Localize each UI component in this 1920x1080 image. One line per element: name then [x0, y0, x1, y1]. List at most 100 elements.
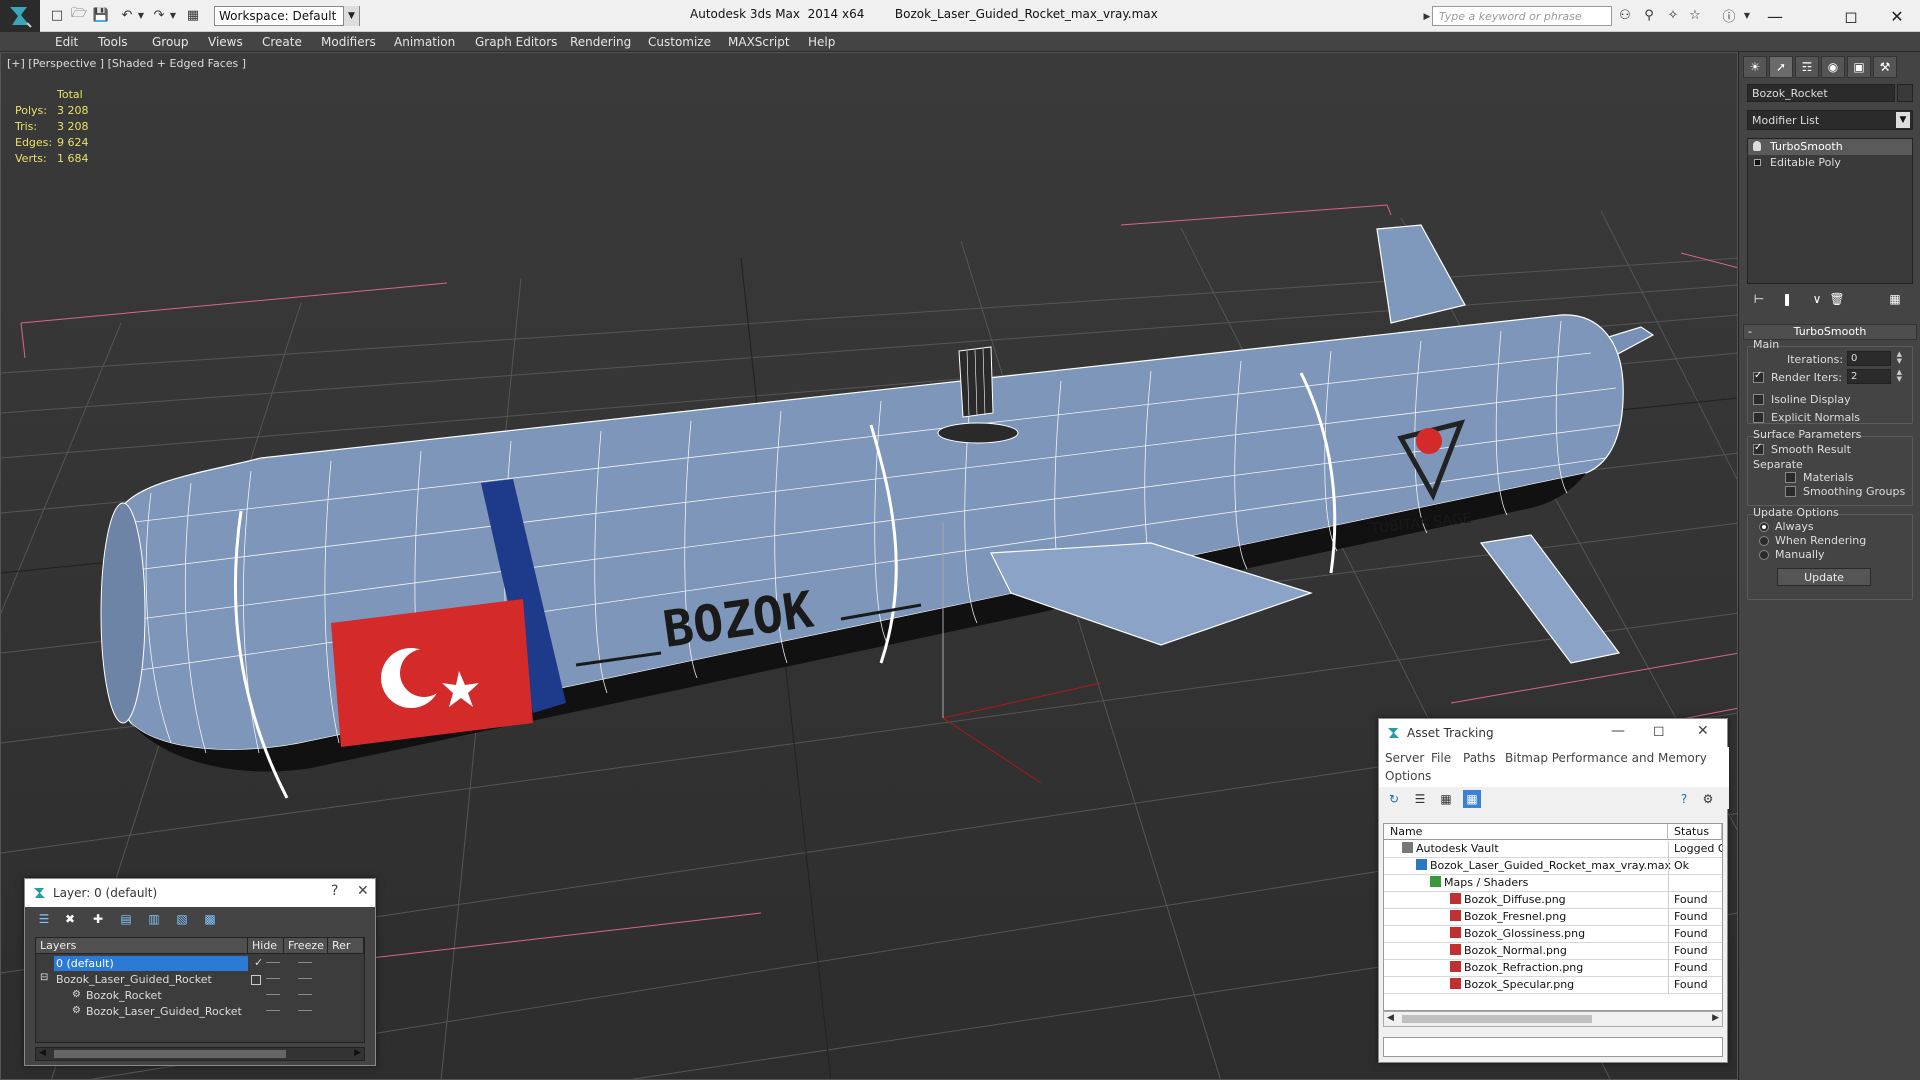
rocket-model[interactable]: BOZOK TUBITAK SAGE [100, 224, 1655, 799]
new-file-icon[interactable]: □ [48, 6, 66, 24]
isoline-display-checkbox[interactable] [1753, 394, 1764, 405]
smooth-result-checkbox[interactable] [1753, 442, 1764, 455]
scroll-left-icon[interactable]: ◀ [39, 1048, 46, 1058]
iterations-spinner[interactable]: 0 ▲ ▼ [1847, 351, 1902, 366]
favorites-star-icon[interactable]: ☆ [1686, 6, 1704, 24]
asset-row[interactable]: Bozok_Laser_Guided_Rocket_max_vray.max O… [1384, 858, 1722, 875]
update-button[interactable]: Update [1777, 568, 1871, 586]
spinner-arrows-icon[interactable]: ▲ ▼ [1897, 351, 1902, 365]
make-unique-icon[interactable]: ∨ [1807, 290, 1827, 308]
minimize-icon[interactable]: — [1611, 723, 1625, 739]
asset-row[interactable]: Bozok_Diffuse.png Found [1384, 892, 1722, 909]
update-when-rendering-radio[interactable] [1759, 536, 1769, 546]
separate-smoothing-groups-checkbox[interactable] [1785, 486, 1796, 497]
explicit-normals-checkbox[interactable] [1753, 412, 1764, 423]
column-header-render[interactable]: Rer [328, 938, 364, 954]
table-view-icon[interactable]: ▦ [1463, 790, 1481, 808]
communication-icon[interactable]: ✧ [1664, 6, 1682, 24]
layer-row[interactable]: ⊟ Bozok_Laser_Guided_Rocket [36, 972, 364, 988]
workspace-dropdown-button[interactable]: ▼ [343, 6, 359, 26]
select-objects-icon[interactable]: ▥ [145, 911, 163, 927]
workspace-select[interactable]: Workspace: Default▼ [214, 6, 360, 26]
asset-row[interactable]: Bozok_Normal.png Found [1384, 943, 1722, 960]
update-always-radio[interactable] [1759, 522, 1769, 532]
column-header-hide[interactable]: Hide [248, 938, 284, 954]
stack-item-editable-poly[interactable]: Editable Poly [1748, 155, 1912, 171]
layer-manager-icon[interactable]: ☰ [35, 911, 53, 927]
asset-row[interactable]: Maps / Shaders [1384, 875, 1722, 892]
undo-dropdown-icon[interactable]: ▼ [132, 6, 150, 24]
save-file-icon[interactable]: 💾 [92, 6, 110, 24]
add-layer-icon[interactable]: ✚ [89, 911, 107, 927]
asset-row[interactable]: Bozok_Refraction.png Found [1384, 960, 1722, 977]
collapse-icon[interactable]: ⊟ [40, 972, 48, 983]
tab-utilities[interactable]: ⚒ [1873, 56, 1897, 78]
maximize-button[interactable]: ◻ [1828, 0, 1874, 32]
menu-group[interactable]: Group [152, 35, 189, 49]
add-selection-icon[interactable]: ▤ [117, 911, 135, 927]
detail-view-icon[interactable]: ▦ [1437, 790, 1455, 808]
update-manually-radio[interactable] [1759, 550, 1769, 560]
highlight-layers-icon[interactable]: ▧ [173, 911, 191, 927]
settings-icon[interactable]: ⚙ [1699, 790, 1717, 808]
close-icon[interactable]: ✕ [1697, 723, 1709, 739]
asset-row[interactable]: Bozok_Specular.png Found [1384, 977, 1722, 994]
show-end-result-icon[interactable]: ❚ [1777, 290, 1797, 308]
tab-modify[interactable]: ➚ [1769, 56, 1793, 78]
lightbulb-icon[interactable] [1753, 141, 1761, 151]
menu-options[interactable]: Options [1385, 769, 1431, 783]
tab-hierarchy[interactable]: ☶ [1795, 56, 1819, 78]
asset-horizontal-scrollbar[interactable]: ◀ ▶ [1383, 1011, 1723, 1027]
help-icon[interactable]: ? [1675, 790, 1693, 808]
remove-modifier-icon[interactable]: 🗑 [1827, 290, 1847, 308]
object-name-field[interactable]: Bozok_Rocket [1747, 84, 1895, 102]
layer-window-titlebar[interactable]: Layer: 0 (default) ? ✕ [25, 879, 375, 907]
separate-materials-checkbox[interactable] [1785, 472, 1796, 483]
help-icon[interactable]: ⓘ [1720, 6, 1738, 25]
tab-display[interactable]: ▣ [1847, 56, 1871, 78]
asset-row[interactable]: Bozok_Fresnel.png Found [1384, 909, 1722, 926]
expand-box-icon[interactable] [1754, 159, 1761, 166]
menu-file[interactable]: File [1431, 751, 1451, 765]
maximize-icon[interactable]: ◻ [1653, 723, 1665, 739]
layer-visibility-box[interactable] [251, 975, 261, 985]
menu-server[interactable]: Server [1385, 751, 1424, 765]
modifier-list-select[interactable]: Modifier List ▼ [1747, 110, 1913, 130]
menu-bitmap-performance[interactable]: Bitmap Performance and Memory [1505, 751, 1707, 765]
delete-layer-icon[interactable]: ✖ [61, 911, 79, 927]
menu-edit[interactable]: Edit [55, 35, 78, 49]
asset-row[interactable]: Autodesk Vault Logged O [1384, 841, 1722, 858]
column-header-layers[interactable]: Layers [36, 938, 248, 954]
column-header-name[interactable]: Name [1384, 824, 1668, 840]
scroll-right-icon[interactable]: ▶ [1712, 1013, 1719, 1023]
app-logo-button[interactable] [0, 0, 40, 32]
scroll-right-icon[interactable]: ▶ [354, 1048, 361, 1058]
layer-row[interactable]: 0 (default) ✓ [36, 956, 364, 972]
binoculars-icon[interactable]: ⚇ [1616, 6, 1634, 24]
menu-graph-editors[interactable]: Graph Editors [475, 35, 557, 49]
layer-row[interactable]: ⚙ Bozok_Laser_Guided_Rocket [36, 1004, 364, 1020]
scroll-left-icon[interactable]: ◀ [1387, 1013, 1394, 1023]
refresh-icon[interactable]: ↻ [1385, 790, 1403, 808]
project-folder-icon[interactable]: ▦ [184, 6, 202, 24]
column-header-status[interactable]: Status [1668, 824, 1722, 840]
render-iters-checkbox[interactable] [1753, 370, 1764, 383]
menu-maxscript[interactable]: MAXScript [728, 35, 790, 49]
menu-create[interactable]: Create [262, 35, 302, 49]
search-input[interactable]: Type a keyword or phrase [1432, 6, 1612, 26]
redo-dropdown-icon[interactable]: ▼ [164, 6, 182, 24]
stack-item-turbosmooth[interactable]: TurboSmooth [1748, 139, 1912, 155]
tab-motion[interactable]: ◉ [1821, 56, 1845, 78]
configure-sets-icon[interactable]: ▦ [1885, 290, 1905, 308]
menu-rendering[interactable]: Rendering [570, 35, 631, 49]
menu-customize[interactable]: Customize [648, 35, 711, 49]
asset-row[interactable]: Bozok_Glossiness.png Found [1384, 926, 1722, 943]
spinner-arrows-icon[interactable]: ▲ ▼ [1897, 369, 1902, 383]
pin-stack-icon[interactable]: ⊢ [1749, 290, 1769, 308]
open-file-icon[interactable]: 🗁 [70, 6, 88, 24]
menu-tools[interactable]: Tools [98, 35, 128, 49]
scrollbar-thumb[interactable] [54, 1050, 286, 1058]
menu-views[interactable]: Views [208, 35, 243, 49]
hide-all-icon[interactable]: ▩ [201, 911, 219, 927]
menu-modifiers[interactable]: Modifiers [321, 35, 376, 49]
